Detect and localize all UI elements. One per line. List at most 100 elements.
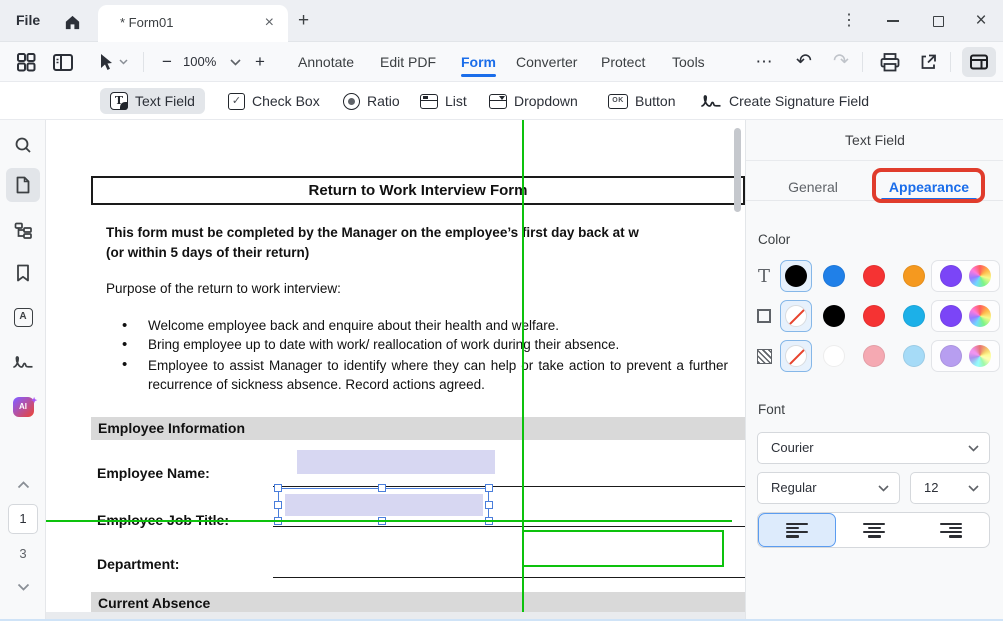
color-swatch[interactable] — [940, 305, 962, 327]
tool-label: Check Box — [252, 93, 320, 109]
vertical-scrollbar[interactable] — [734, 128, 741, 212]
tab-general[interactable]: General — [773, 176, 853, 200]
tool-button[interactable]: OK Button — [608, 82, 675, 120]
tool-dropdown[interactable]: Dropdown — [489, 82, 578, 120]
resize-handle-ne[interactable] — [485, 484, 493, 492]
chevron-down-icon — [230, 59, 241, 66]
doc-bullet: Employee to assist Manager to identify w… — [122, 356, 728, 394]
tab-close-icon[interactable]: × — [265, 13, 274, 33]
minimize-button[interactable] — [876, 6, 910, 36]
zoom-level[interactable]: 100% — [183, 54, 216, 69]
zoom-out-button[interactable]: − — [155, 49, 179, 75]
tool-create-signature-field[interactable]: Create Signature Field — [700, 82, 869, 120]
color-swatch[interactable] — [863, 265, 885, 287]
sidebar-outline[interactable] — [6, 213, 40, 247]
document-canvas[interactable]: Return to Work Interview Form This form … — [46, 120, 745, 621]
rainbow-color-picker-icon[interactable] — [969, 265, 991, 287]
menu-annotate[interactable]: Annotate — [298, 42, 354, 82]
color-swatch[interactable] — [903, 305, 925, 327]
document-tab[interactable]: * Form01 × — [98, 5, 288, 42]
file-menu[interactable]: File — [16, 12, 40, 28]
grid-view-button[interactable] — [13, 50, 39, 74]
color-swatch[interactable] — [940, 265, 962, 287]
menu-converter[interactable]: Converter — [516, 42, 577, 82]
print-button[interactable] — [877, 50, 903, 74]
selected-color-swatch[interactable] — [780, 300, 812, 332]
color-swatch[interactable] — [863, 305, 885, 327]
home-button[interactable] — [58, 9, 86, 35]
share-export-button[interactable] — [915, 50, 941, 74]
font-section-label: Font — [758, 402, 785, 417]
rainbow-color-picker-icon[interactable] — [969, 345, 991, 367]
resize-handle-w[interactable] — [274, 501, 282, 509]
color-swatch[interactable] — [823, 305, 845, 327]
sidebar-bookmarks[interactable] — [6, 256, 40, 290]
color-swatch[interactable] — [823, 265, 845, 287]
select-tool-dropdown[interactable] — [116, 50, 130, 74]
select-tool-button[interactable] — [92, 50, 118, 74]
doc-title: Return to Work Interview Form — [91, 176, 745, 205]
color-swatch[interactable] — [823, 345, 845, 367]
align-left-icon — [786, 523, 808, 538]
split-view-button[interactable] — [50, 50, 76, 74]
sidebar-thumbnails[interactable] — [6, 168, 40, 202]
sidebar-signatures[interactable] — [6, 345, 40, 379]
chevron-down-icon — [17, 583, 30, 591]
tool-text-field[interactable]: T Text Field — [100, 88, 205, 114]
align-center-icon — [863, 523, 885, 538]
menu-protect[interactable]: Protect — [601, 42, 645, 82]
color-swatch[interactable] — [903, 265, 925, 287]
text-field-fill — [285, 494, 483, 516]
align-left-button[interactable] — [758, 513, 836, 547]
dropdown-field-icon — [489, 94, 507, 109]
resize-handle-e[interactable] — [485, 501, 493, 509]
next-page-number[interactable]: 3 — [0, 546, 46, 561]
split-view-icon — [52, 52, 74, 72]
font-style-select[interactable]: Regular — [757, 472, 900, 504]
menu-tools[interactable]: Tools — [672, 42, 705, 82]
properties-panel: Text Field General Appearance Color T — [745, 120, 1003, 621]
sidebar-ai-assistant[interactable]: AI — [6, 390, 40, 424]
toolbar-divider — [950, 52, 951, 72]
color-swatch[interactable] — [863, 345, 885, 367]
selected-color-swatch[interactable] — [780, 260, 812, 292]
selected-color-swatch[interactable] — [780, 340, 812, 372]
page-edge — [46, 612, 745, 621]
align-center-button[interactable] — [836, 513, 912, 547]
page-down-button[interactable] — [0, 578, 46, 596]
resize-handle-n[interactable] — [378, 484, 386, 492]
selected-text-field[interactable] — [278, 488, 489, 521]
chevron-down-icon — [968, 445, 979, 452]
align-right-button[interactable] — [913, 513, 989, 547]
new-tab-button[interactable]: + — [298, 8, 309, 34]
sidebar-search[interactable] — [6, 128, 40, 162]
redo-button[interactable]: ↷ — [829, 49, 853, 75]
text-field-employee-name[interactable] — [297, 450, 495, 474]
menu-edit-pdf[interactable]: Edit PDF — [380, 42, 436, 82]
sidebar-annotations[interactable]: A — [6, 300, 40, 334]
page-up-button[interactable] — [0, 476, 46, 494]
more-tools-button[interactable]: ⋯ — [752, 49, 776, 75]
resize-handle-nw[interactable] — [274, 484, 282, 492]
section-employee-information: Employee Information — [91, 417, 745, 440]
current-page-input[interactable]: 1 — [8, 504, 38, 534]
color-swatch[interactable] — [940, 345, 962, 367]
tool-ratio[interactable]: Ratio — [343, 82, 400, 120]
font-family-select[interactable]: Courier — [757, 432, 990, 464]
close-window-button[interactable]: × — [964, 6, 998, 36]
radio-button-icon — [343, 93, 360, 110]
tool-check-box[interactable]: ✓ Check Box — [228, 82, 320, 120]
rainbow-color-picker-icon[interactable] — [969, 305, 991, 327]
zoom-dropdown[interactable] — [222, 50, 248, 74]
maximize-button[interactable] — [921, 6, 955, 36]
zoom-in-button[interactable]: + — [248, 49, 272, 75]
tool-list[interactable]: List — [420, 82, 467, 120]
color-swatch[interactable] — [903, 345, 925, 367]
undo-button[interactable]: ↶ — [792, 49, 816, 75]
font-size-select[interactable]: 12 — [910, 472, 990, 504]
titlebar-menu-icon[interactable]: ⋮ — [838, 9, 860, 33]
menu-form[interactable]: Form — [461, 42, 496, 82]
horizontal-alignment-guide — [46, 520, 732, 522]
custom-color-group — [931, 340, 1000, 372]
panel-toggle-button[interactable] — [962, 47, 996, 77]
